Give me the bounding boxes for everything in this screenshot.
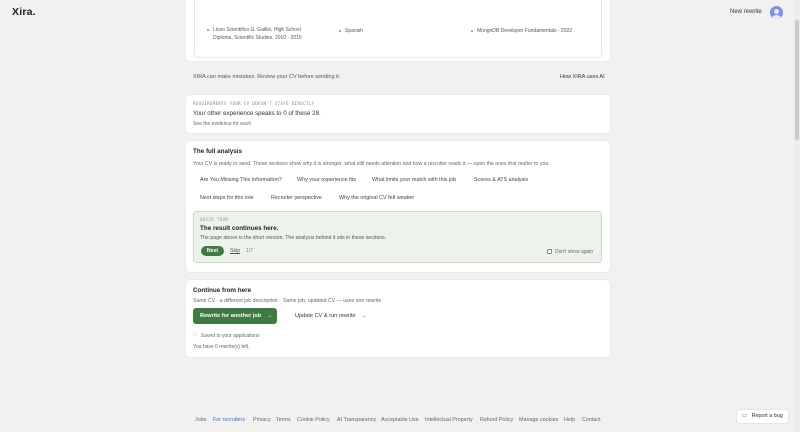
avatar[interactable] [770,6,783,19]
new-rewrite-link[interactable]: New rewrite [730,9,762,15]
report-bug-label: Report a bug [751,413,783,419]
tab-missing-information[interactable]: Are You Missing This Information? [200,177,282,183]
footer-link-manage-cookies[interactable]: Manage cookies [519,417,558,423]
rewrite-button-label: Rewrite for another job [200,313,262,319]
tab-why-experience-fits[interactable]: Why your experience fits [297,177,356,183]
footer-link-help[interactable]: Help [564,417,575,423]
update-button-label: Update CV & run rewrite [295,313,356,319]
rewrites-left: You have 0 rewrite(s) left. [193,344,250,350]
report-bug-button[interactable]: ▭ Report a bug [737,410,788,423]
dont-show-again-checkbox[interactable] [547,249,552,254]
full-analysis-title: The full analysis [193,148,242,155]
tab-next-steps[interactable]: Next steps for this role [200,195,254,201]
chat-bubble-icon: ▭ [742,413,748,419]
option-updated-cv: Same job, updated CV — uses one rewrite [283,298,382,304]
tab-scores-ats[interactable]: Scores & ATS analysis [474,177,528,183]
quick-tour-panel: QUICK TOUR The result continues here. Th… [193,211,602,263]
how-xira-uses-ai-link[interactable]: How XIRA uses AI [560,74,605,80]
rewrite-for-another-job-button[interactable]: Rewrite for another job → [193,308,277,324]
footer-link-ai-transparency[interactable]: AI Transparency [337,417,376,423]
certification-entry: MongoDB Developer Fundamentals - 2022 [471,28,572,34]
language-entry: Spanish [339,28,363,34]
quick-tour-description: The page above is the short version. The… [200,235,387,241]
quick-tour-title: The result continues here. [200,225,279,232]
footer-link-terms[interactable]: Terms [276,417,291,423]
tab-why-original-weaker[interactable]: Why the original CV felt weaker [339,195,414,201]
arrow-right-icon: → [361,313,367,319]
tab-recruiter-perspective[interactable]: Recruiter perspective [271,195,322,201]
tour-step-counter: 1/7 [246,248,253,254]
footer-link-cookie-policy[interactable]: Cookie Policy [297,417,330,423]
footer-link-intellectual-property[interactable]: Intellectual Property [425,417,473,423]
footer-link-refund-policy[interactable]: Refund Policy [480,417,513,423]
heart-icon: ♡ [193,333,198,339]
arrow-right-icon: → [266,313,273,319]
ai-disclaimer: XIRA can make mistakes. Review your CV b… [193,74,341,80]
footer-link-acceptable-use[interactable]: Acceptable Use [381,417,419,423]
continue-card: Continue from here Same CV · a different… [186,280,610,357]
cv-preview-inner: Liceo Scientifico G. Galilei, High Schoo… [194,0,602,58]
footer-link-contact[interactable]: Contact [582,417,601,423]
scrollbar-thumb[interactable] [795,20,799,140]
logo[interactable]: Xira. [12,6,36,18]
saved-status: ♡ Saved to your applications [193,333,260,339]
dont-show-again-label[interactable]: Don't show again [555,249,593,255]
tour-skip-link[interactable]: Skip [230,248,240,254]
update-cv-run-rewrite-button[interactable]: Update CV & run rewrite → [295,313,367,319]
footer-link-jobs[interactable]: Jobs [195,417,206,423]
cv-preview-card: Liceo Scientifico G. Galilei, High Schoo… [186,0,610,61]
tab-what-limits-match[interactable]: What limits your match with this job [372,177,456,183]
requirements-label: REQUIREMENTS YOUR CV DOESN'T STATE DIREC… [193,101,315,106]
footer-link-for-recruiters[interactable]: For recruiters [213,417,245,423]
option-different-job: Same CV · a different job description [193,298,278,304]
saved-text: Saved to your applications [200,333,260,339]
full-analysis-card: The full analysis Your CV is ready to se… [186,141,610,272]
quick-tour-label: QUICK TOUR [200,217,229,222]
requirements-card[interactable]: REQUIREMENTS YOUR CV DOESN'T STATE DIREC… [186,95,610,133]
scrollbar[interactable] [794,0,800,432]
footer-link-privacy[interactable]: Privacy [253,417,271,423]
education-entry: Liceo Scientifico G. Galilei, High Schoo… [207,26,317,42]
full-analysis-description: Your CV is ready to send. These sections… [193,161,550,167]
continue-title: Continue from here [193,287,252,294]
tour-next-button[interactable]: Next [201,246,224,256]
requirements-summary: Your other experience speaks to 0 of the… [193,110,321,117]
see-evidence-link[interactable]: See the evidence for each [193,121,251,127]
